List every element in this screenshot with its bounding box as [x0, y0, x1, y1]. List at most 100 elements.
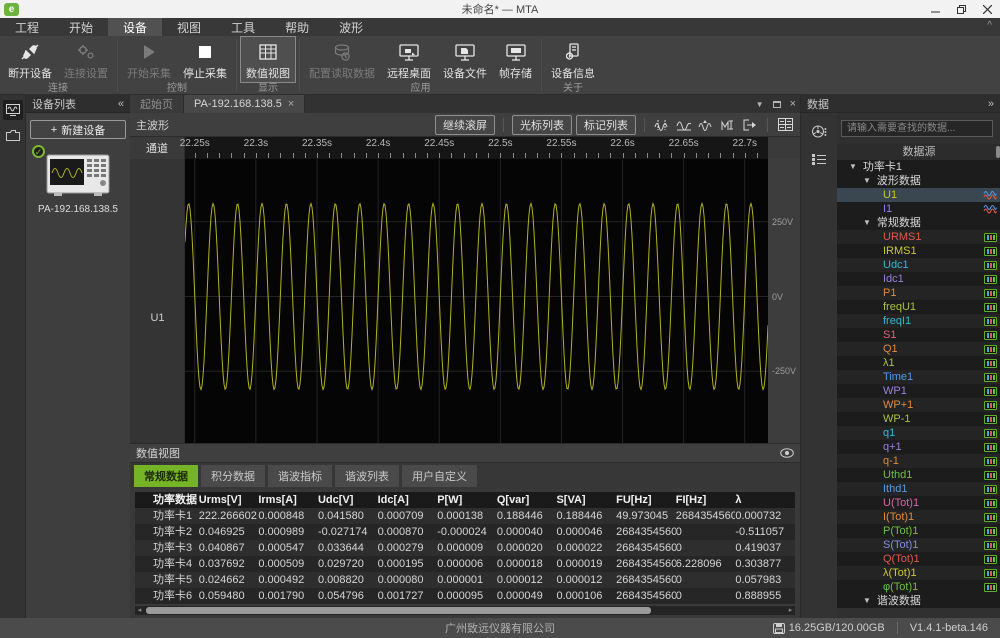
tree-item-Time1[interactable]: Time1: [837, 370, 1000, 384]
expand-arrow-icon[interactable]: ▼: [863, 216, 871, 230]
tree-item-freqU1[interactable]: freqU1: [837, 300, 1000, 314]
tree-item-Q1[interactable]: Q1: [837, 342, 1000, 356]
table-hscrollbar[interactable]: ◂ ▸: [135, 606, 795, 615]
numeric-list-icon[interactable]: [776, 117, 794, 133]
tree-item-P(Tot)1[interactable]: P(Tot)1: [837, 524, 1000, 538]
device-card[interactable]: ✓ PA-192.168.138.5: [26, 153, 130, 215]
tree-item-U(Tot)1[interactable]: U(Tot)1: [837, 496, 1000, 510]
tree-item-q-1[interactable]: q-1: [837, 454, 1000, 468]
tree-item-I(Tot)1[interactable]: I(Tot)1: [837, 510, 1000, 524]
value-cell: Irms[A]: [258, 492, 318, 508]
table-row[interactable]: 功率卡30.0408670.0005470.0336440.0002790.00…: [135, 540, 795, 556]
value-tab-3[interactable]: 谐波列表: [335, 465, 399, 487]
table-row[interactable]: 功率卡1222.2666020.0008480.0415800.0007090.…: [135, 508, 795, 524]
value-tab-2[interactable]: 谐波指标: [268, 465, 332, 487]
eye-icon[interactable]: [780, 448, 794, 458]
tree-item-IRMS1[interactable]: IRMS1: [837, 244, 1000, 258]
scroll-right-icon[interactable]: ▸: [786, 606, 795, 615]
ribbon-button[interactable]: 设备文件: [437, 36, 493, 83]
value-tab-4[interactable]: 用户自定义: [402, 465, 477, 487]
tree-item-λ(Tot)1[interactable]: λ(Tot)1: [837, 566, 1000, 580]
expand-arrow-icon[interactable]: ▼: [863, 594, 871, 608]
table-row[interactable]: 功率卡40.0376920.0005090.0297200.0001950.00…: [135, 556, 795, 572]
tree-item-U1[interactable]: U1: [837, 188, 1000, 202]
tree-item-WP-1[interactable]: WP-1: [837, 412, 1000, 426]
scroll-left-icon[interactable]: ◂: [135, 606, 144, 615]
tree-item-S1[interactable]: S1: [837, 328, 1000, 342]
tree-item-Ithd1[interactable]: Ithd1: [837, 482, 1000, 496]
export-icon[interactable]: [741, 117, 759, 133]
data-list-icon[interactable]: [809, 149, 829, 169]
collapse-panel-icon[interactable]: «: [118, 98, 124, 110]
tree-item-功率卡1[interactable]: ▼功率卡1: [837, 160, 1000, 174]
continue-scroll-button[interactable]: 继续滚屏: [435, 115, 495, 135]
tree-item-WP+1[interactable]: WP+1: [837, 398, 1000, 412]
measure-icon[interactable]: [719, 117, 737, 133]
expand-arrow-icon[interactable]: ▼: [863, 174, 871, 188]
scroll-thumb[interactable]: [146, 607, 651, 614]
ribbon-button-label: 停止采集: [183, 65, 227, 81]
cursor-list-button[interactable]: 光标列表: [512, 115, 572, 135]
tree-item-P1[interactable]: P1: [837, 286, 1000, 300]
tree-item-谐波数据[interactable]: ▼谐波数据: [837, 594, 1000, 608]
tree-item-λ1[interactable]: λ1: [837, 356, 1000, 370]
ribbon-button[interactable]: 设备信息: [545, 36, 601, 83]
new-device-button[interactable]: + 新建设备: [30, 120, 126, 139]
ribbon-button[interactable]: 数值视图: [240, 36, 296, 83]
tab-dropdown-icon[interactable]: ▼: [756, 100, 764, 109]
table-header-row[interactable]: 功率数据Urms[V]Irms[A]Udc[V]Idc[A]P[W]Q[var]…: [135, 492, 795, 508]
tree-item-S(Tot)1[interactable]: S(Tot)1: [837, 538, 1000, 552]
menu-item-2[interactable]: 设备: [108, 18, 162, 36]
tree-item-freqI1[interactable]: freqI1: [837, 314, 1000, 328]
wave-zoom-icon[interactable]: [675, 117, 693, 133]
document-tab-0[interactable]: 起始页: [130, 95, 184, 113]
device-view-icon[interactable]: [3, 100, 23, 120]
project-folder-icon[interactable]: [3, 125, 23, 145]
document-tab-1[interactable]: PA-192.168.138.5×: [184, 95, 305, 113]
menu-item-3[interactable]: 视图: [162, 18, 216, 36]
ribbon-button[interactable]: 帧存储: [493, 36, 538, 83]
ribbon-collapse-icon[interactable]: ^: [987, 20, 992, 31]
tree-item-Uthd1[interactable]: Uthd1: [837, 468, 1000, 482]
expand-panel-icon[interactable]: »: [988, 98, 994, 110]
expand-arrow-icon[interactable]: ▼: [849, 160, 857, 174]
tree-item-φ(Tot)1[interactable]: φ(Tot)1: [837, 580, 1000, 594]
tree-scrollbar-thumb[interactable]: [996, 146, 1000, 158]
marker-list-button[interactable]: 标记列表: [576, 115, 636, 135]
numeric-data-icon: [984, 583, 997, 592]
tree-item-I1[interactable]: I1: [837, 202, 1000, 216]
table-row[interactable]: 功率卡60.0594800.0017900.0547960.0017270.00…: [135, 588, 795, 604]
tree-item-常规数据[interactable]: ▼常规数据: [837, 216, 1000, 230]
close-tab-group-icon[interactable]: ×: [790, 98, 796, 110]
ribbon-button[interactable]: 停止采集: [177, 36, 233, 83]
value-tab-1[interactable]: 积分数据: [201, 465, 265, 487]
tree-item-q+1[interactable]: q+1: [837, 440, 1000, 454]
tree-item-WP1[interactable]: WP1: [837, 384, 1000, 398]
float-window-icon[interactable]: [773, 101, 781, 108]
table-row[interactable]: 功率卡50.0246620.0004920.0088200.0000800.00…: [135, 572, 795, 588]
close-button[interactable]: [974, 0, 1000, 18]
data-search-input[interactable]: [841, 120, 993, 137]
tab-close-icon[interactable]: ×: [288, 98, 294, 110]
maximize-button[interactable]: [948, 0, 974, 18]
menu-item-0[interactable]: 工程: [0, 18, 54, 36]
table-row[interactable]: 功率卡20.0469250.000989-0.0271740.000870-0.…: [135, 524, 795, 540]
tree-item-URMS1[interactable]: URMS1: [837, 230, 1000, 244]
tree-item-Idc1[interactable]: Idc1: [837, 272, 1000, 286]
value-tab-0[interactable]: 常规数据: [134, 465, 198, 487]
wave-marker-icon[interactable]: [697, 117, 715, 133]
waveform-plot[interactable]: [185, 159, 768, 443]
menu-item-1[interactable]: 开始: [54, 18, 108, 36]
tree-item-Q(Tot)1[interactable]: Q(Tot)1: [837, 552, 1000, 566]
menu-item-6[interactable]: 波形: [324, 18, 378, 36]
data-source-icon[interactable]: [809, 121, 829, 141]
minimize-button[interactable]: [922, 0, 948, 18]
menu-item-5[interactable]: 帮助: [270, 18, 324, 36]
tree-item-波形数据[interactable]: ▼波形数据: [837, 174, 1000, 188]
menu-item-4[interactable]: 工具: [216, 18, 270, 36]
tree-item-Udc1[interactable]: Udc1: [837, 258, 1000, 272]
ribbon-button[interactable]: 远程桌面: [381, 36, 437, 83]
wave-cursor-icon[interactable]: [653, 117, 671, 133]
tree-item-q1[interactable]: q1: [837, 426, 1000, 440]
ribbon-button[interactable]: 断开设备: [2, 36, 58, 83]
